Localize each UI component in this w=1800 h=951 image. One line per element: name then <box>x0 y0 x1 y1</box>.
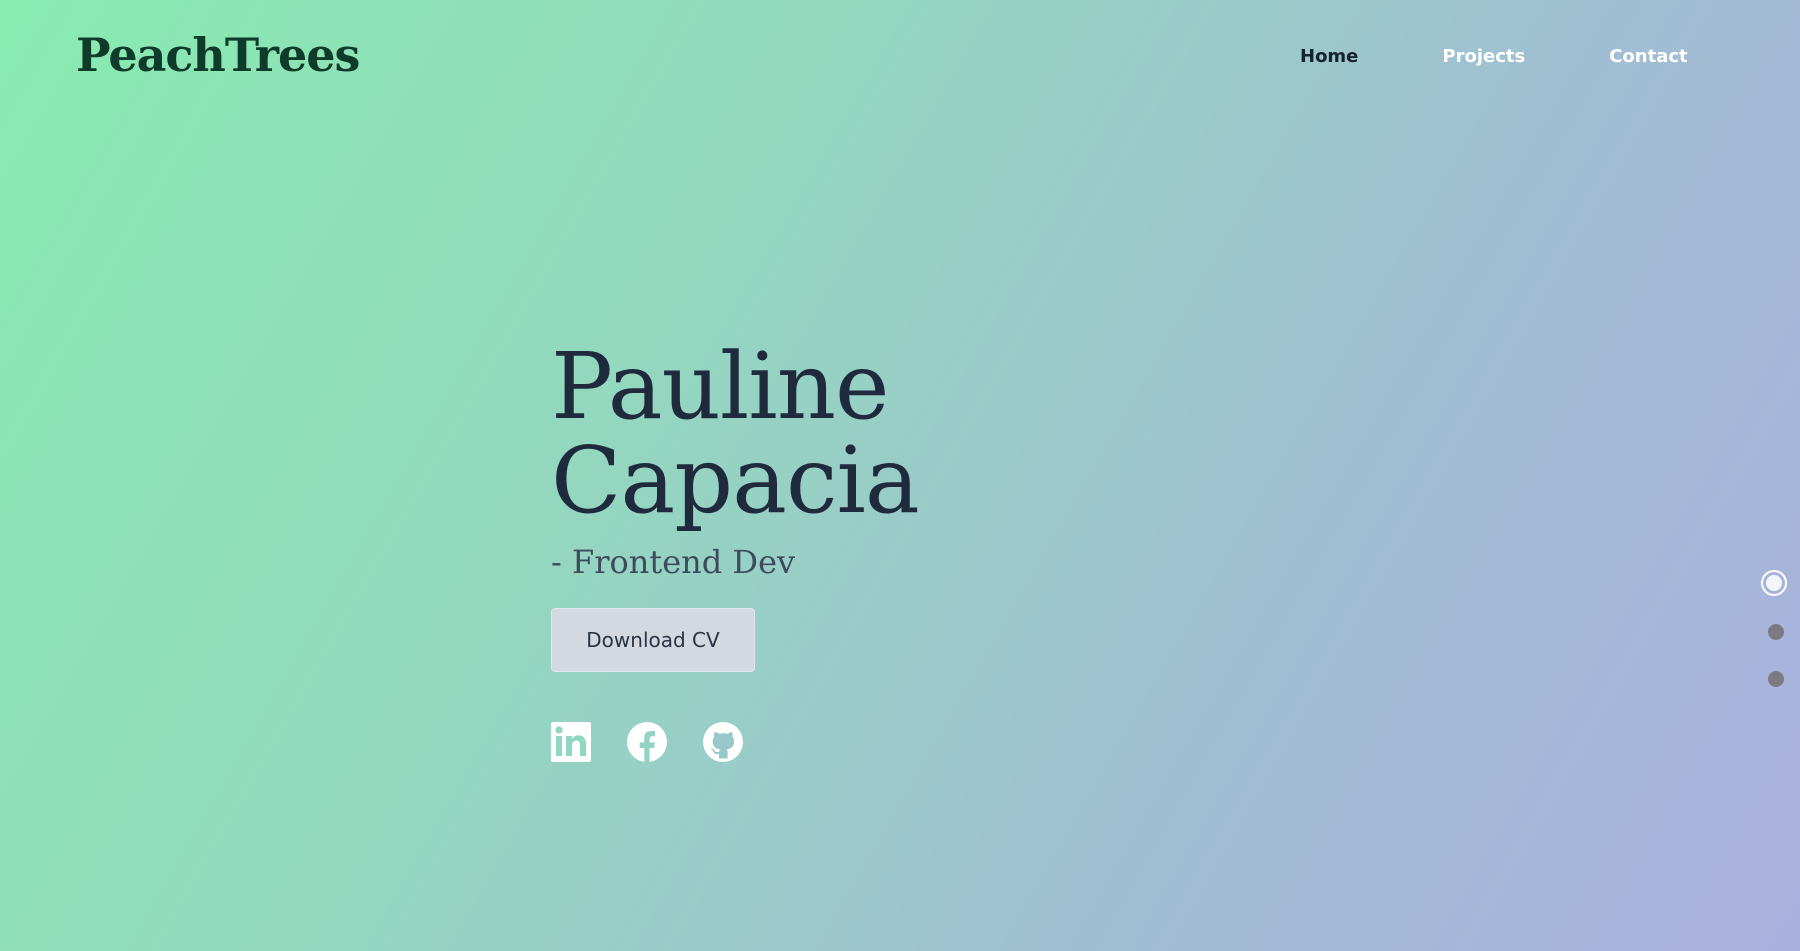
section-dot-2[interactable] <box>1768 624 1784 640</box>
hero-name: Pauline Capacia <box>551 333 920 534</box>
site-logo[interactable]: PeachTrees <box>76 28 360 83</box>
section-dot-3[interactable] <box>1768 671 1784 687</box>
github-icon[interactable] <box>703 722 743 762</box>
hero-section: Pauline Capacia - Frontend Dev Download … <box>551 333 920 762</box>
linkedin-icon[interactable] <box>551 722 591 762</box>
section-dot-1[interactable] <box>1761 570 1787 596</box>
hero-first-name: Pauline <box>551 333 889 440</box>
social-links <box>551 722 919 762</box>
nav-projects-link[interactable]: Projects <box>1442 44 1525 70</box>
facebook-icon[interactable] <box>627 722 667 762</box>
nav-contact-link[interactable]: Contact <box>1609 44 1687 70</box>
main-nav: Home Projects Contact <box>1300 44 1688 70</box>
nav-home-link[interactable]: Home <box>1300 44 1358 70</box>
download-cv-button[interactable]: Download CV <box>551 608 755 672</box>
hero-last-name: Capacia <box>551 427 920 534</box>
hero-role: - Frontend Dev <box>551 543 796 581</box>
